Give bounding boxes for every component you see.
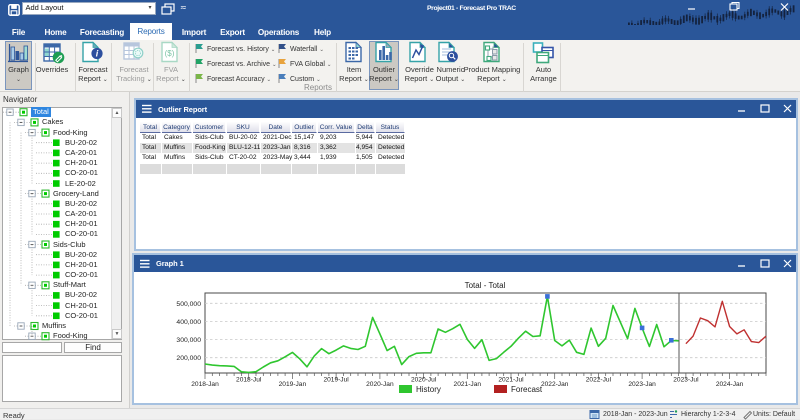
svg-text:Forecast vs. Archive ⌄: Forecast vs. Archive ⌄	[207, 61, 277, 68]
svg-text:Waterfall ⌄: Waterfall ⌄	[290, 46, 324, 53]
svg-text:Forecast Accuracy ⌄: Forecast Accuracy ⌄	[207, 76, 271, 83]
svg-text:Forecast vs. History ⌄: Forecast vs. History ⌄	[207, 46, 275, 53]
svg-text:($): ($)	[165, 49, 175, 58]
